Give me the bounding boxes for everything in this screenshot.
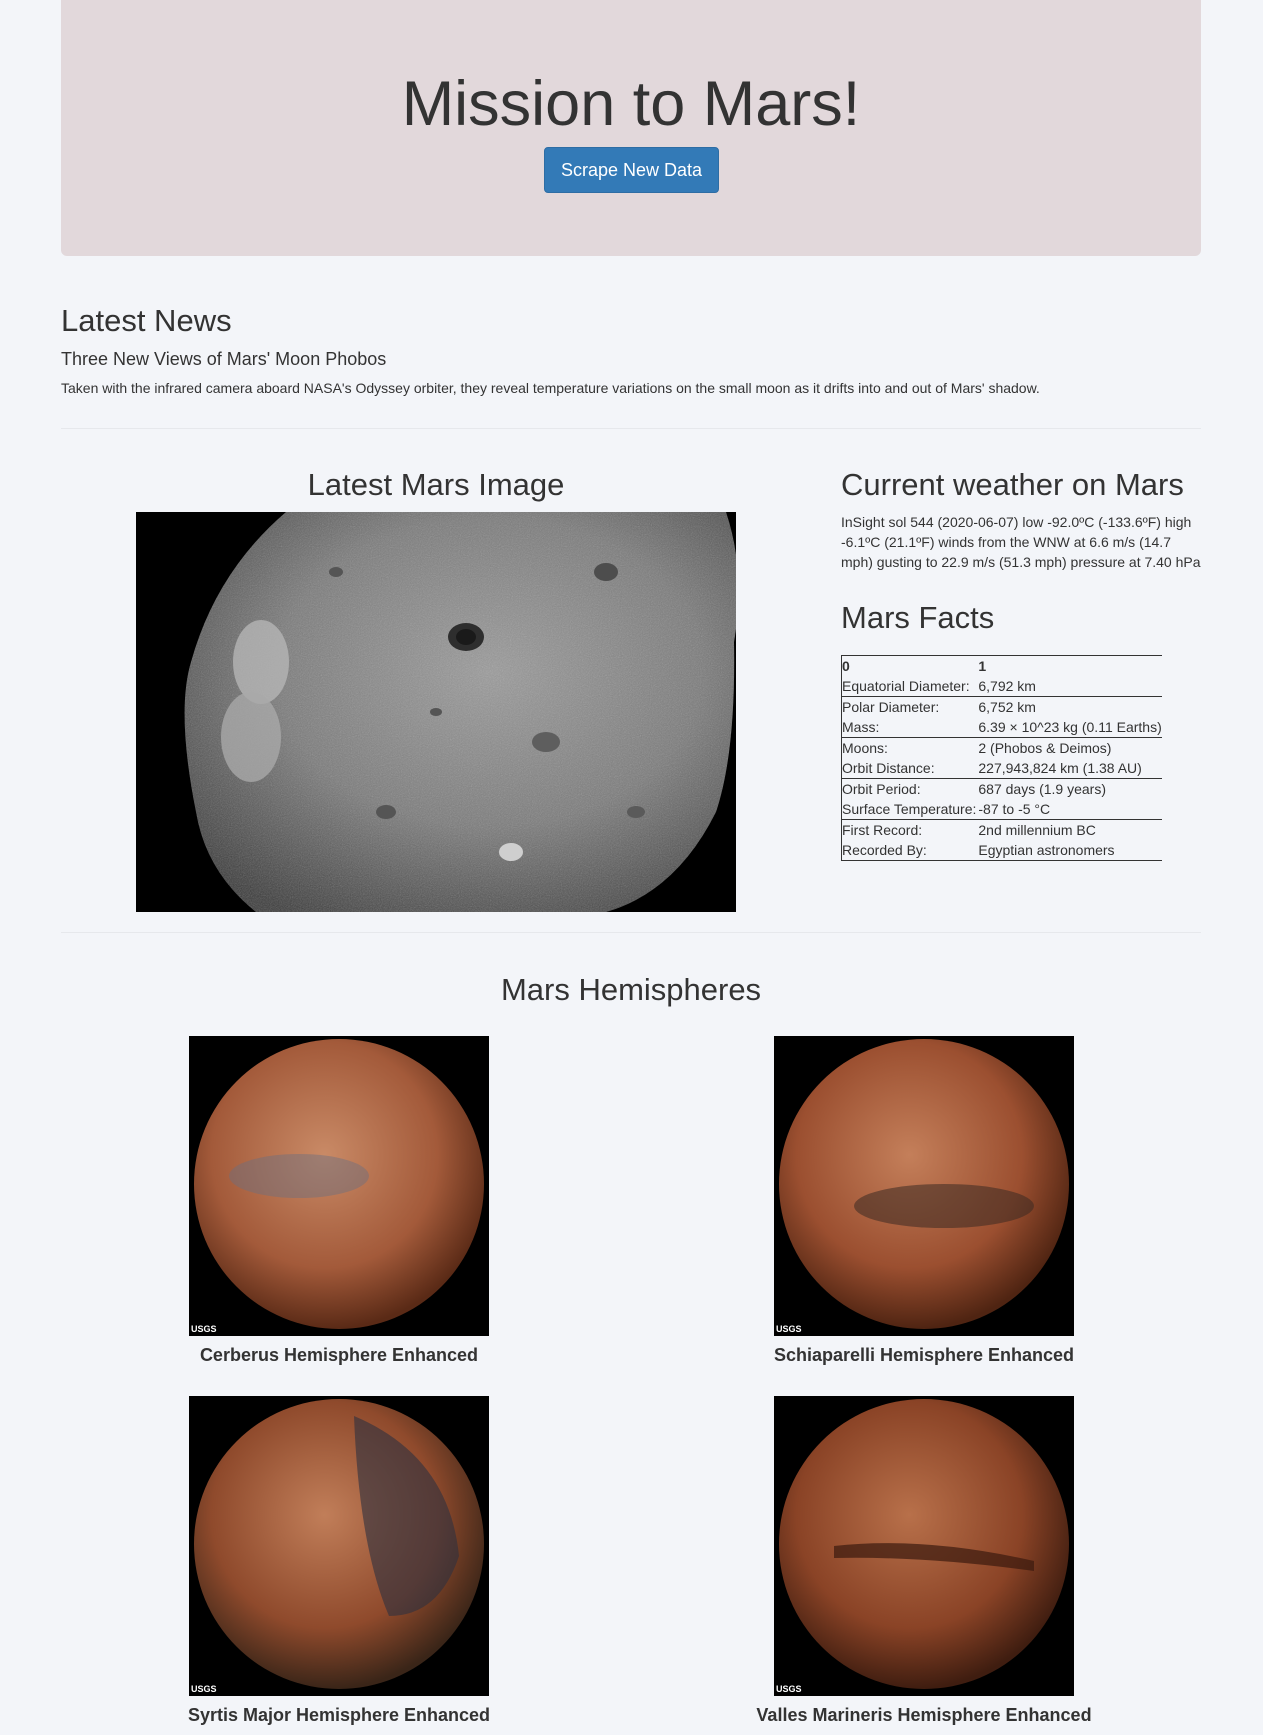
hemisphere-image[interactable]: USGS: [774, 1036, 1074, 1336]
facts-row-label: Polar Diameter:: [842, 699, 940, 715]
facts-row: Equatorial Diameter: 6,792 km: [841, 676, 1162, 697]
hemisphere-title: Cerberus Hemisphere Enhanced: [199, 1345, 479, 1365]
mars-globe-picture: [774, 1396, 1074, 1696]
weather-heading: Current weather on Mars: [841, 467, 1184, 502]
facts-row-value: 687 days (1.9 years): [978, 781, 1106, 797]
hemisphere-title: Syrtis Major Hemisphere Enhanced: [187, 1705, 491, 1725]
page-title: Mission to Mars!: [401, 69, 861, 139]
mars-hemispheres-heading: Mars Hemispheres: [500, 972, 762, 1007]
latest-mars-image-heading: Latest Mars Image: [307, 467, 565, 502]
asteroid-vesta-picture: [136, 512, 736, 912]
usgs-logo: USGS: [191, 1324, 217, 1334]
facts-row: First Record: 2nd millennium BC: [842, 820, 1162, 841]
facts-row-label: Mass:: [841, 717, 979, 738]
mars-facts-heading: Mars Facts: [841, 600, 995, 635]
facts-column-header: 0: [842, 658, 850, 674]
facts-row: Recorded By: Egyptian astronomers: [841, 840, 1162, 861]
usgs-logo: USGS: [776, 1684, 802, 1694]
facts-row-label: Orbit Distance:: [841, 758, 979, 779]
hemisphere-title: Valles Marineris Hemisphere Enhanced: [756, 1705, 1092, 1725]
facts-row: Orbit Distance: 227,943,824 km (1.38 AU): [841, 758, 1162, 779]
usgs-logo: USGS: [776, 1324, 802, 1334]
latest-news-heading: Latest News: [61, 303, 232, 338]
mars-facts-table: 0 1 Equatorial Diameter: 6,792 km Polar Diam…: [841, 655, 1162, 861]
facts-row-value: 2 (Phobos & Deimos): [978, 740, 1112, 756]
hemisphere-image[interactable]: USGS: [189, 1396, 489, 1696]
facts-row-value: -87 to -5 °C: [978, 799, 1162, 820]
featured-mars-image[interactable]: [136, 512, 736, 912]
facts-row-value: 2nd millennium BC: [978, 822, 1096, 838]
jumbotron: Mission to Mars! Scrape New Data: [61, 0, 1201, 256]
news-title: Three New Views of Mars' Moon Phobos: [61, 349, 387, 369]
scrape-new-data-button[interactable]: Scrape New Data: [544, 147, 719, 193]
hemisphere-image[interactable]: USGS: [774, 1396, 1074, 1696]
divider: [61, 932, 1201, 933]
facts-row: Surface Temperature: -87 to -5 °C: [841, 799, 1162, 820]
facts-row-value: 227,943,824 km (1.38 AU): [978, 758, 1162, 779]
usgs-logo: USGS: [191, 1684, 217, 1694]
facts-row-value: 6.39 × 10^23 kg (0.11 Earths): [978, 717, 1162, 738]
news-teaser: Taken with the infrared camera aboard NA…: [61, 380, 1040, 396]
facts-row: Moons: 2 (Phobos & Deimos): [842, 738, 1162, 759]
facts-row-label: Equatorial Diameter:: [841, 676, 979, 697]
mars-globe-picture: [774, 1036, 1074, 1336]
hemisphere-title: Schiaparelli Hemisphere Enhanced: [773, 1345, 1075, 1365]
divider: [61, 428, 1201, 429]
facts-row-value: 6,792 km: [978, 676, 1162, 697]
facts-row-label: Recorded By:: [841, 840, 979, 861]
weather-text: InSight sol 544 (2020-06-07) low -92.0ºC…: [841, 514, 1201, 570]
facts-row-label: Orbit Period:: [842, 781, 921, 797]
mars-globe-picture: [189, 1036, 489, 1336]
facts-row-value: 6,752 km: [978, 699, 1036, 715]
facts-header-row: 01: [842, 656, 1162, 677]
mars-globe-picture: [189, 1396, 489, 1696]
facts-row-label: Moons:: [842, 740, 888, 756]
facts-row-label: Surface Temperature:: [841, 799, 979, 820]
facts-row-value: Egyptian astronomers: [978, 840, 1162, 861]
facts-row: Mass: 6.39 × 10^23 kg (0.11 Earths): [841, 717, 1162, 738]
facts-row-label: First Record:: [842, 822, 923, 838]
hemisphere-image[interactable]: USGS: [189, 1036, 489, 1336]
facts-row: Polar Diameter: 6,752 km: [842, 697, 1162, 718]
facts-row: Orbit Period: 687 days (1.9 years): [842, 779, 1162, 800]
facts-column-header: 1: [978, 658, 987, 674]
